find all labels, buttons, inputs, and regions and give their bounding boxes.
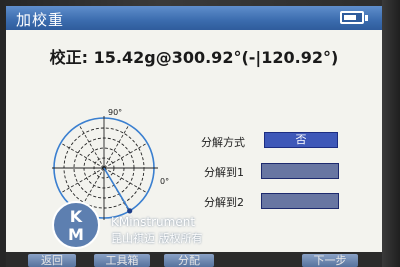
copyright-watermark: 昆山祺迈 版权所有 [111, 232, 203, 245]
assign-button[interactable]: 分配 [164, 254, 214, 267]
correction-result: 校正: 15.42g@300.92°(-|120.92°) [49, 48, 339, 67]
next-button[interactable]: 下一步 [302, 254, 358, 267]
battery-icon [340, 11, 364, 24]
back-button[interactable]: 返回 [28, 254, 76, 267]
brand-watermark: KMinstrument [111, 215, 196, 229]
logo-letter-m: M [68, 225, 84, 244]
split1-field[interactable] [261, 163, 339, 179]
spoke-30 [103, 142, 148, 169]
logo-letter-k: K [70, 207, 83, 226]
angle-label-0: 0° [160, 177, 169, 186]
correction-vector [103, 167, 131, 212]
spoke-330 [103, 167, 148, 194]
km-logo: K M [52, 201, 100, 249]
method-label: 分解方式 [201, 136, 245, 149]
title-bar: 加校重 [6, 6, 382, 30]
window-title: 加校重 [16, 11, 65, 29]
device-edge [382, 0, 400, 267]
spoke-60 [103, 124, 130, 169]
split1-label: 分解到1 [204, 166, 244, 179]
battery-tip [365, 15, 368, 21]
correction-marker [127, 208, 133, 214]
split2-field[interactable] [261, 193, 339, 209]
split2-label: 分解到2 [204, 196, 244, 209]
method-select[interactable]: 否 [264, 132, 338, 148]
angle-label-90: 90° [108, 108, 122, 117]
battery-level [344, 15, 356, 20]
toolbox-button[interactable]: 工具箱 [94, 254, 150, 267]
device-screen: 加校重 校正: 15.42g@300.92°(-|120.92°) 90° 0°… [6, 6, 382, 267]
